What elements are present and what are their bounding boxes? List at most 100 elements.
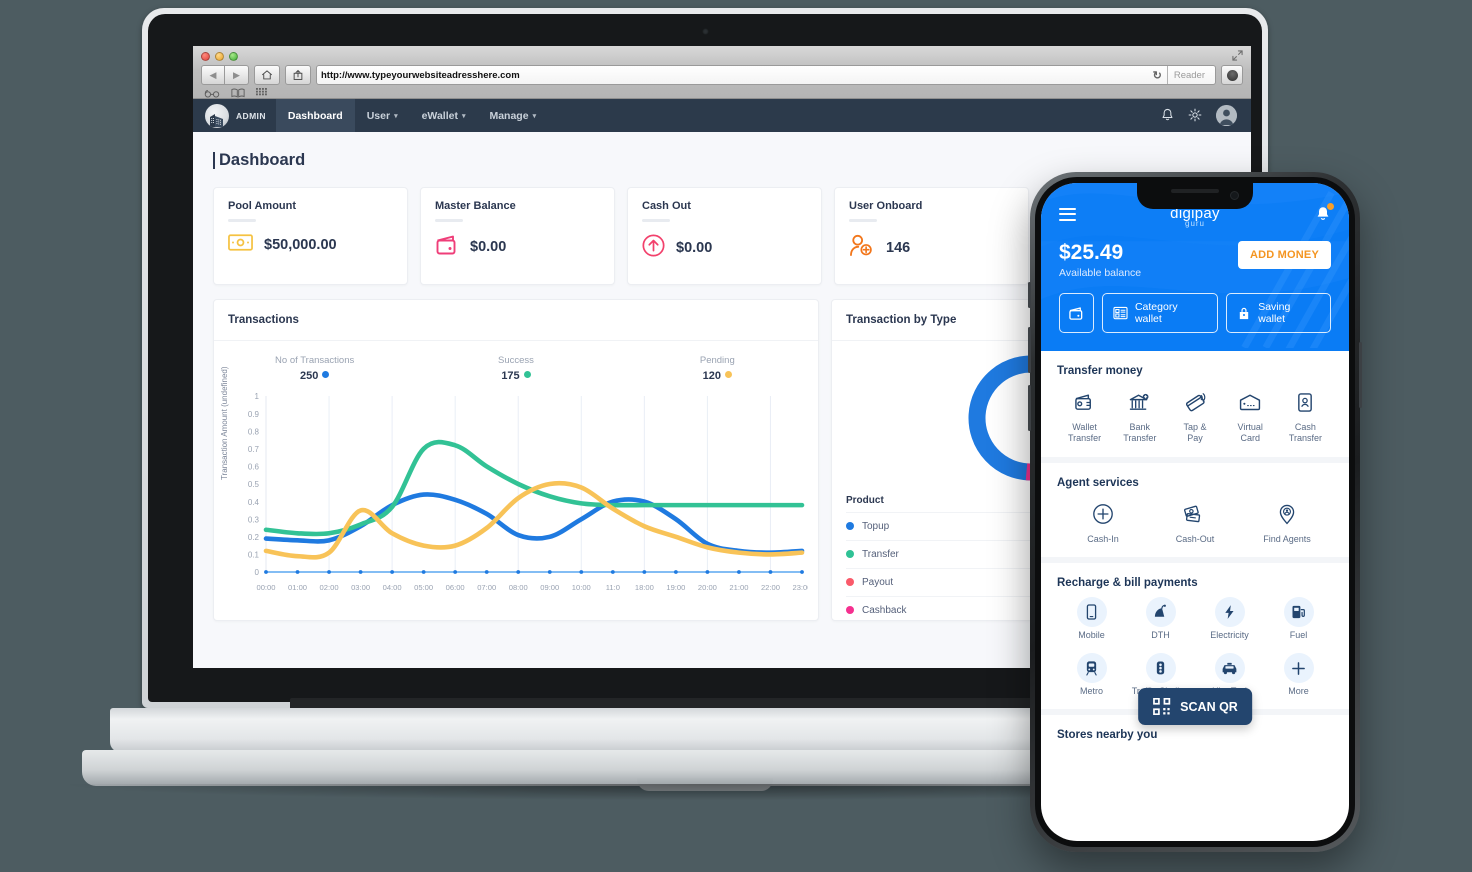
phone-mute-switch[interactable] (1028, 282, 1031, 308)
nav-buttons[interactable]: ◀ ▶ (201, 65, 249, 85)
stat-label: Success (498, 354, 534, 366)
section-recharge-bill-payments: Recharge & bill payments Mobile DTH Elec… (1041, 563, 1349, 726)
tile-more[interactable]: More (1264, 653, 1333, 697)
divider (642, 218, 670, 222)
tap-pay-icon (1167, 387, 1222, 417)
divider (435, 218, 463, 222)
phone-volume-down-button[interactable] (1028, 385, 1031, 431)
divider (228, 218, 256, 222)
metro-icon (1076, 653, 1107, 683)
stat-no-of-transactions: No of Transactions 250 (214, 355, 415, 382)
tile-wallet-transfer[interactable]: Wallet Transfer (1057, 387, 1112, 445)
tile-label: Mobile (1078, 629, 1105, 640)
nav-item-user[interactable]: User ▾ (355, 99, 410, 132)
svg-text:21:00: 21:00 (729, 583, 748, 592)
saving-wallet-button[interactable]: Saving wallet (1226, 293, 1331, 333)
bookmarks-icon[interactable] (231, 88, 245, 101)
tile-tap-pay[interactable]: Tap & Pay (1167, 387, 1222, 445)
browser-chrome: ◀ ▶ http://www.typeyourwebsiteadresshere… (193, 46, 1251, 99)
phone-power-button[interactable] (1359, 342, 1362, 408)
transaction-stats: No of Transactions 250 Success 175 Pendi… (214, 341, 818, 384)
wallet-icon (1069, 306, 1083, 320)
maximize-window-button[interactable] (229, 52, 238, 61)
reader-button[interactable]: Reader (1166, 66, 1211, 84)
category-wallet-button[interactable]: Category wallet (1102, 293, 1219, 333)
nav-item-ewallet[interactable]: eWallet ▾ (410, 99, 478, 132)
stat-card-cash-out: Cash Out $0.00 (627, 186, 822, 285)
url-text: http://www.typeyourwebsiteadresshere.com (321, 69, 520, 81)
stat-card-user-onboard: User Onboard 146 (834, 186, 1029, 285)
back-arrow-icon[interactable]: ◀ (201, 65, 225, 85)
fullscreen-icon[interactable] (1232, 50, 1243, 64)
traffic-light-icon (1145, 653, 1176, 683)
brand-label: ADMIN (236, 110, 266, 121)
notifications-button[interactable] (1315, 203, 1334, 227)
tile-cash-out[interactable]: Cash-Out (1149, 499, 1241, 545)
page-title: Dashboard (213, 152, 1231, 169)
gear-icon[interactable] (1188, 108, 1202, 124)
svg-text:0.6: 0.6 (248, 462, 260, 471)
reading-list-icon[interactable] (204, 89, 220, 101)
tile-bank-transfer[interactable]: Bank Transfer (1112, 387, 1167, 445)
line-chart-svg: 0 0.1 0.2 0.3 0.4 0.5 0.6 0.7 0.8 0.9 1 00:00 01:00 0… (248, 392, 812, 592)
bell-icon[interactable] (1161, 108, 1174, 124)
home-icon[interactable] (254, 65, 280, 85)
wallet-chips: Category wallet Saving wallet (1059, 293, 1331, 333)
forward-arrow-icon[interactable]: ▶ (225, 65, 249, 85)
navbar-actions (1161, 99, 1251, 132)
reload-icon[interactable]: ↻ (1148, 69, 1167, 82)
hamburger-menu-icon[interactable] (1059, 207, 1076, 225)
tile-electricity[interactable]: Electricity (1195, 596, 1264, 641)
tile-virtual-card[interactable]: Virtual Card (1223, 387, 1278, 445)
tile-cash-in[interactable]: Cash-In (1057, 499, 1149, 545)
svg-text:0.8: 0.8 (248, 427, 260, 436)
balance-row: $25.49 Available balance ADD MONEY (1059, 241, 1331, 279)
user-avatar-icon[interactable] (1216, 105, 1237, 126)
wallet-chip-button[interactable] (1059, 293, 1094, 333)
wallet-transfer-icon (1057, 387, 1112, 417)
tile-mobile[interactable]: Mobile (1057, 596, 1126, 641)
phone-volume-up-button[interactable] (1028, 327, 1031, 373)
share-icon[interactable] (285, 65, 311, 85)
phone-screen: digipay guru $25.49 Available balance AD… (1041, 183, 1349, 841)
svg-text:04:00: 04:00 (383, 583, 402, 592)
svg-text:22:00: 22:00 (761, 583, 780, 592)
chip-label: Category wallet (1134, 301, 1178, 325)
series-color-dot (725, 370, 732, 378)
transactions-panel: Transactions No of Transactions 250 Succ… (213, 298, 819, 621)
chevron-down-icon: ▾ (532, 112, 537, 120)
tile-dth[interactable]: DTH (1126, 596, 1195, 641)
phone-device: digipay guru $25.49 Available balance AD… (1028, 172, 1362, 852)
minimize-window-button[interactable] (215, 52, 224, 61)
nav-item-manage[interactable]: Manage ▾ (477, 99, 548, 132)
tile-label: Cash-In (1087, 533, 1119, 544)
scan-qr-button[interactable]: SCAN QR (1138, 688, 1252, 726)
tile-metro[interactable]: Metro (1057, 653, 1126, 697)
add-money-button[interactable]: ADD MONEY (1237, 241, 1331, 269)
top-sites-icon[interactable] (256, 88, 267, 101)
nav-item-dashboard[interactable]: Dashboard (275, 99, 355, 132)
tile-fuel[interactable]: Fuel (1264, 596, 1333, 641)
address-bar[interactable]: http://www.typeyourwebsiteadresshere.com… (316, 65, 1216, 85)
transfer-money-tiles: WalletTransfer BankTransfer Tap &Pay (1057, 387, 1333, 445)
qr-code-icon (1153, 698, 1171, 716)
tile-find-agents[interactable]: Find Agents (1241, 499, 1333, 545)
svg-text:05:00: 05:00 (414, 583, 433, 592)
close-window-button[interactable] (201, 52, 210, 61)
svg-text:0.9: 0.9 (248, 409, 260, 418)
brand[interactable]: ADMIN (201, 99, 276, 132)
svg-text:23:00: 23:00 (792, 583, 808, 592)
earpiece-speaker (1171, 189, 1219, 193)
tile-label: DTH (1151, 629, 1170, 640)
line-chart: Transaction Amount (undefined) 0 0.1 0.2 0.… (214, 366, 818, 607)
svg-text:03:00: 03:00 (351, 583, 370, 592)
divider (849, 218, 877, 222)
tile-label: Cash Transfer (1288, 422, 1322, 444)
tile-label: Electricity (1210, 629, 1249, 640)
tile-label: Tap & Pay (1183, 422, 1207, 444)
y-axis-label: Transaction Amount (undefined) (220, 365, 229, 480)
tile-cash-transfer[interactable]: Cash Transfer (1278, 387, 1333, 445)
map-pin-agent-icon (1241, 499, 1333, 529)
window-traffic-lights[interactable] (201, 52, 1243, 61)
settings-icon[interactable] (1221, 65, 1243, 85)
